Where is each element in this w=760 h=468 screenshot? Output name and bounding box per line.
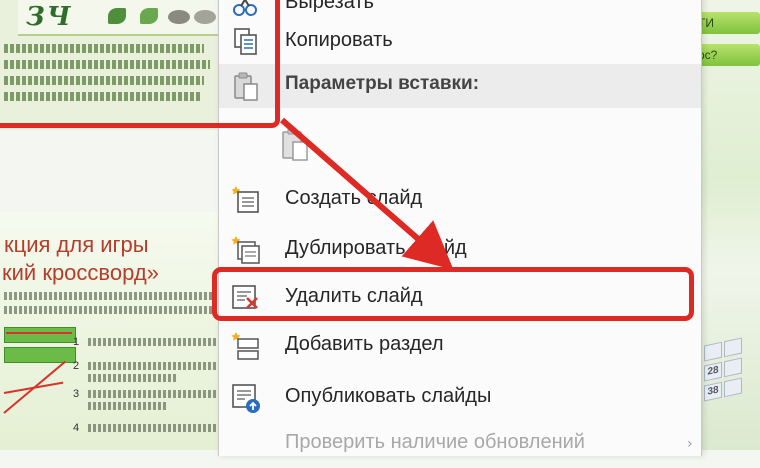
menu-item-publish-slides[interactable]: Опубликовать слайды bbox=[219, 374, 701, 422]
slide-text-line bbox=[88, 338, 218, 346]
paste-options-header: Параметры вставки: bbox=[219, 64, 701, 108]
menu-item-label: Копировать bbox=[285, 29, 393, 51]
slide-text-line bbox=[88, 362, 218, 370]
menu-item-label: Создать слайд bbox=[285, 187, 423, 209]
slide-button: рс? bbox=[694, 44, 760, 66]
paste-icon bbox=[279, 126, 313, 161]
step-number: 3 bbox=[73, 388, 80, 400]
slide-title-line: кция для игры bbox=[4, 232, 149, 257]
menu-item-copy[interactable]: Копировать bbox=[219, 18, 701, 66]
menu-item-add-section[interactable]: Добавить раздел bbox=[219, 322, 701, 370]
menu-item-label: Проверить наличие обновлений bbox=[285, 431, 585, 453]
slide-text-line bbox=[88, 390, 218, 398]
slide-green-box bbox=[4, 327, 76, 343]
add-section-icon bbox=[229, 330, 263, 362]
menu-item-label: Опубликовать слайды bbox=[285, 385, 492, 407]
slide-text-line bbox=[88, 424, 218, 432]
slide-button: ТИ bbox=[694, 12, 760, 34]
menu-item-label: Дублировать слайд bbox=[285, 237, 467, 259]
menu-item-check-updates: Проверить наличие обновлений › bbox=[219, 420, 701, 468]
slide-thumbnail-2[interactable]: кция для игры кий кроссворд» 1 2 3 4 bbox=[0, 212, 220, 450]
step-number: 2 bbox=[73, 360, 80, 372]
slide-text-line bbox=[4, 292, 218, 300]
step-number: 1 bbox=[73, 336, 80, 348]
slide-red-line bbox=[6, 332, 72, 334]
menu-item-label: Вырезать bbox=[285, 0, 374, 13]
new-slide-icon bbox=[229, 184, 263, 216]
duplicate-slide-icon bbox=[229, 234, 263, 266]
annotation-highlight-box bbox=[0, 0, 280, 128]
context-menu: Вырезать Копировать Параметры вставки: С… bbox=[218, 0, 702, 456]
step-number: 4 bbox=[73, 422, 80, 434]
slide-text-line bbox=[88, 402, 168, 410]
slide-text-line bbox=[88, 374, 178, 382]
slide-red-line bbox=[3, 381, 64, 394]
menu-section-label: Параметры вставки: bbox=[285, 73, 480, 94]
publish-slides-icon bbox=[229, 382, 263, 414]
menu-item-new-slide[interactable]: Создать слайд bbox=[219, 176, 701, 224]
annotation-highlight-delete bbox=[212, 267, 694, 321]
menu-item-label: Добавить раздел bbox=[285, 333, 444, 355]
slide-text-line bbox=[4, 306, 218, 314]
calendar-decoration: 28 38 bbox=[700, 314, 760, 457]
slide-title-line: кий кроссворд» bbox=[2, 260, 159, 285]
